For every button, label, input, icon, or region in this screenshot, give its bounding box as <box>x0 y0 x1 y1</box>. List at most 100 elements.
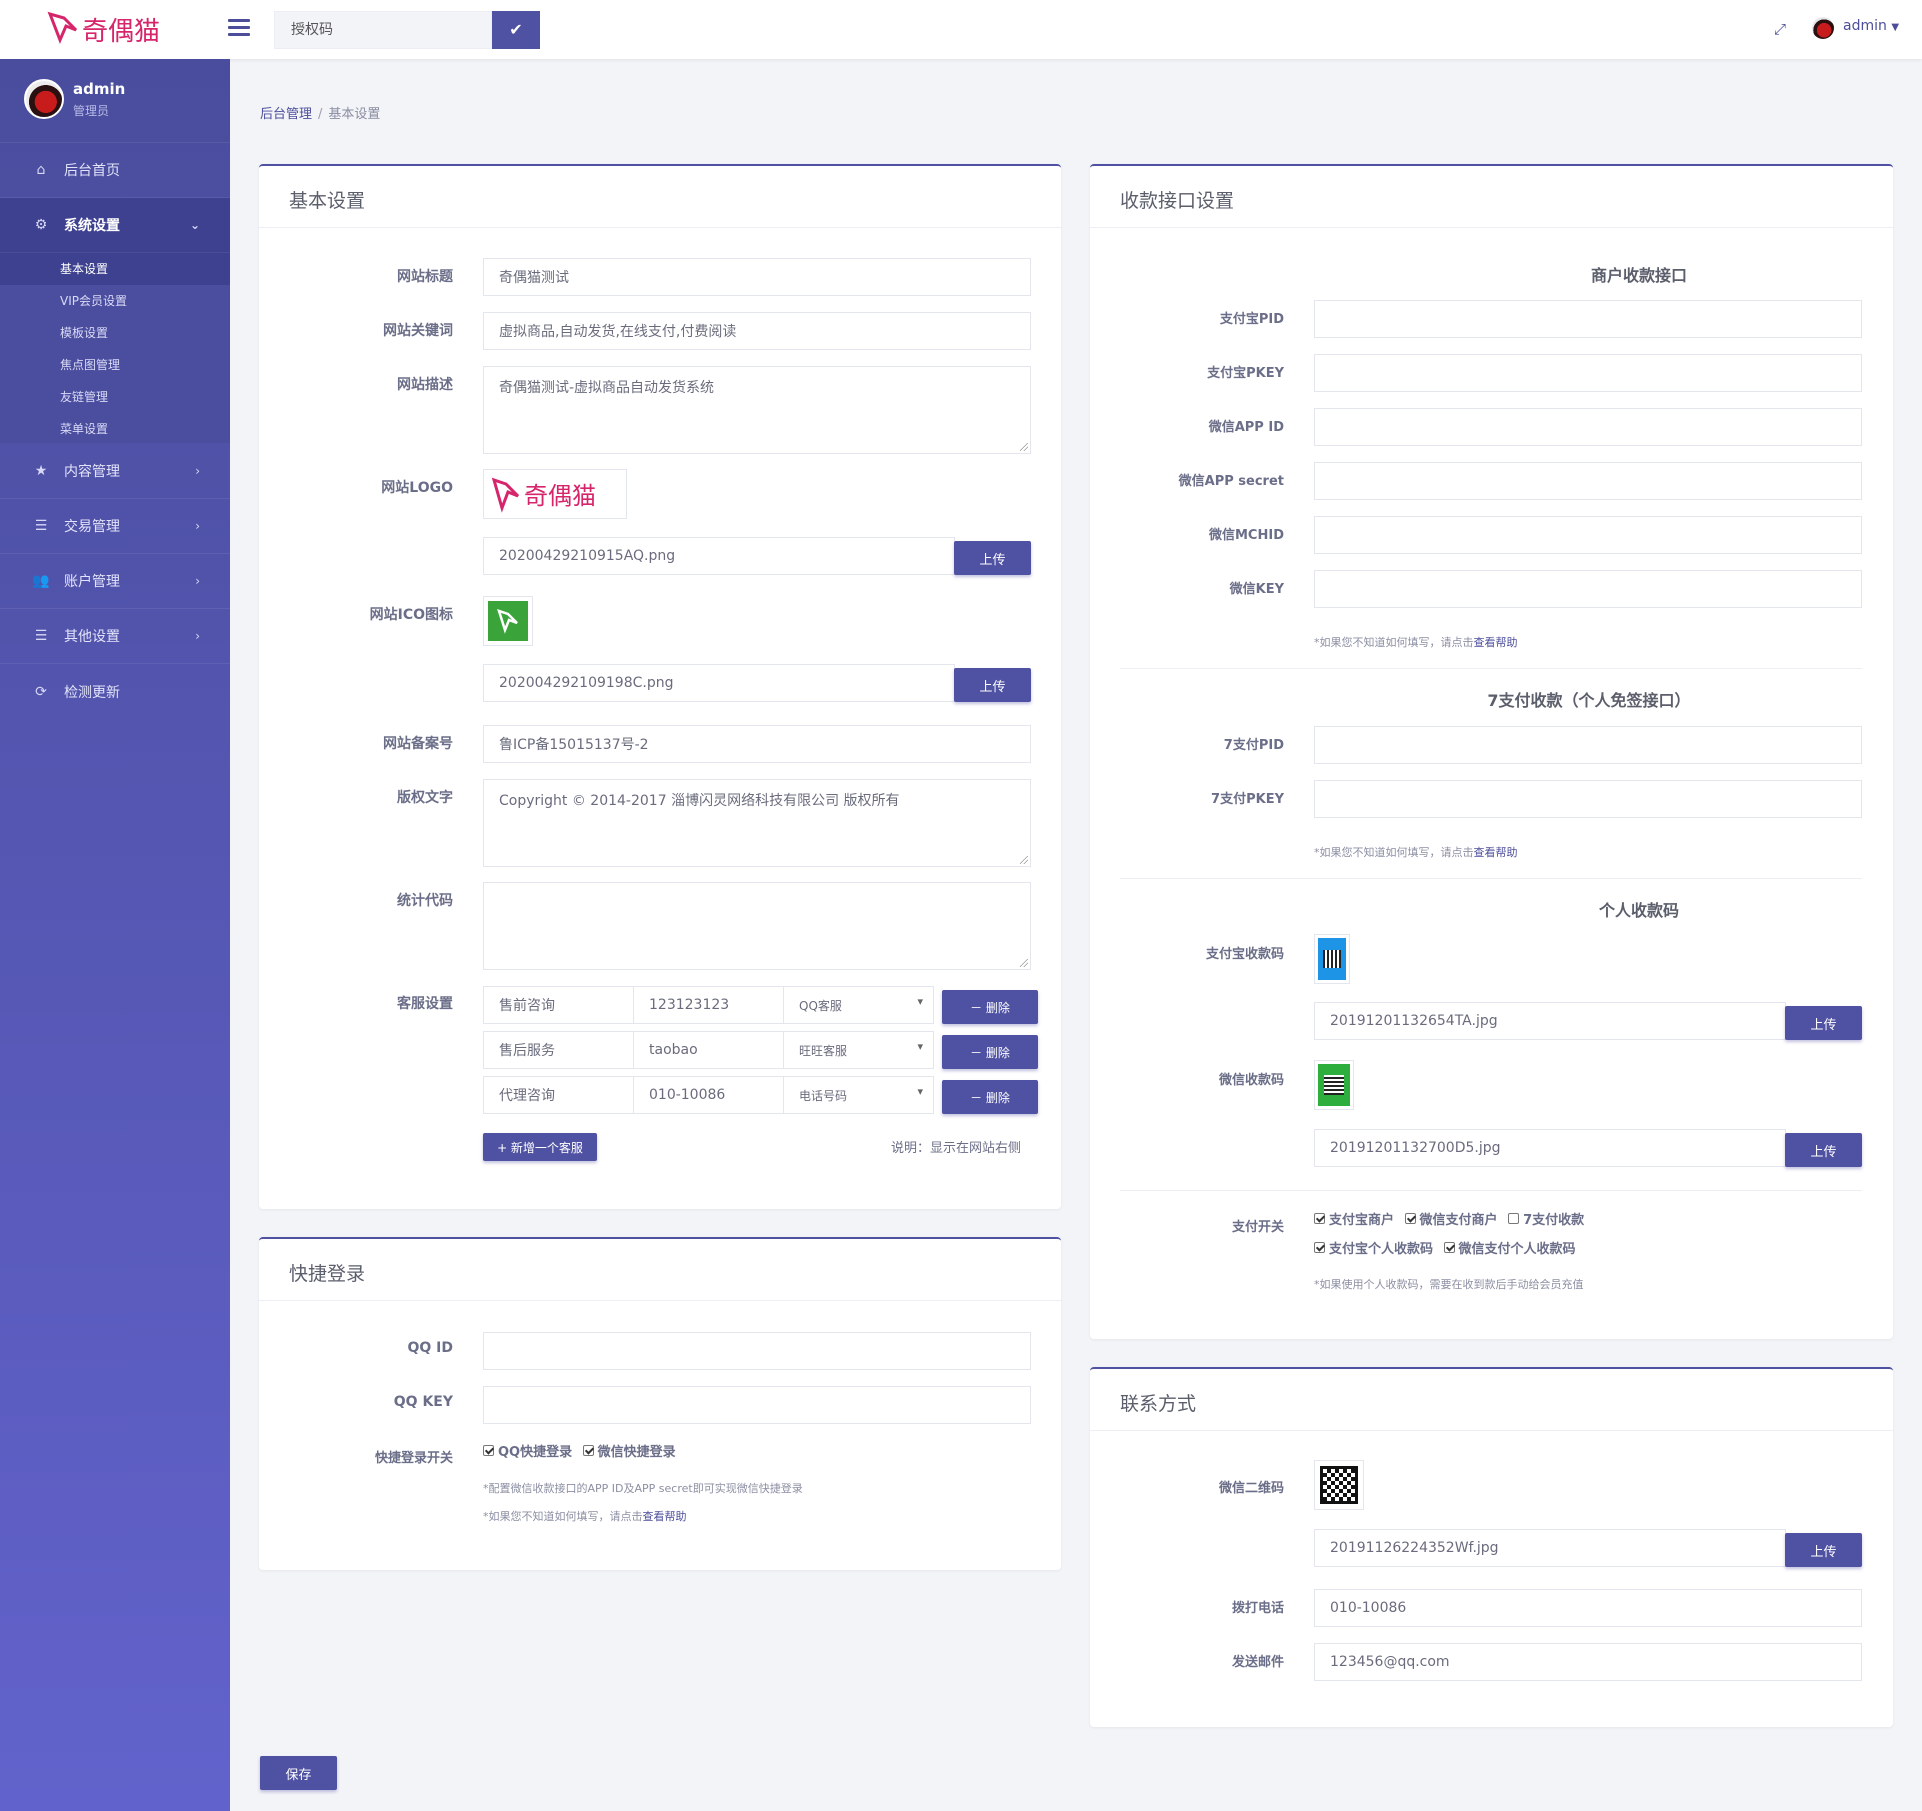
avatar <box>24 79 64 119</box>
seven-pkey-input[interactable] <box>1314 780 1862 818</box>
alipay-qr-upload-button[interactable]: 上传 <box>1785 1006 1862 1040</box>
logo-file-input[interactable]: 20200429210915AQ.png <box>483 537 955 575</box>
service-type-select[interactable]: 旺旺客服 <box>783 1031 934 1069</box>
keywords-input[interactable]: 虚拟商品,自动发货,在线支付,付费阅读 <box>483 312 1031 350</box>
submenu-item-focus[interactable]: 焦点图管理 <box>0 349 230 381</box>
alipay-pid-label: 支付宝PID <box>1219 312 1284 327</box>
sidebar-item-system-settings[interactable]: ⚙ 系统设置 ⌄ <box>0 198 230 253</box>
qq-key-label: QQ KEY <box>393 1394 453 1410</box>
menu-toggle-icon[interactable] <box>228 19 250 39</box>
delete-service-button[interactable]: － 删除 <box>942 1080 1038 1114</box>
pay-switch-label: 支付开关 <box>1231 1220 1284 1235</box>
list-icon: ☰ <box>34 628 48 644</box>
qq-key-input[interactable] <box>483 1386 1031 1424</box>
wx-personal-checkbox[interactable] <box>1443 1242 1455 1253</box>
qq-id-input[interactable] <box>483 1332 1031 1370</box>
site-logo[interactable]: 奇偶猫 <box>46 10 186 50</box>
help-link[interactable]: 查看帮助 <box>1474 636 1518 649</box>
seven-pid-label: 7支付PID <box>1223 738 1284 753</box>
help-link[interactable]: 查看帮助 <box>643 1510 687 1523</box>
service-type-select[interactable]: 电话号码 <box>783 1076 934 1114</box>
submenu-item-links[interactable]: 友链管理 <box>0 381 230 413</box>
wx-contact-upload-button[interactable]: 上传 <box>1785 1533 1862 1567</box>
avatar[interactable] <box>1812 17 1834 39</box>
seven-pay-section-title: 7支付收款（个人免签接口） <box>1487 691 1691 710</box>
alipay-personal-checkbox[interactable] <box>1314 1242 1325 1253</box>
service-name-input[interactable]: 代理咨询 <box>483 1076 634 1114</box>
service-value-input[interactable]: taobao <box>633 1031 784 1069</box>
description-text: 奇偶猫测试-虚拟商品自动发货系统 <box>499 380 715 396</box>
icp-input[interactable]: 鲁ICP备15015137号-2 <box>483 725 1031 763</box>
sidebar-item-home[interactable]: ⌂ 后台首页 <box>0 143 230 198</box>
wx-qr-file-input[interactable]: 20191201132700D5.jpg <box>1314 1129 1786 1167</box>
site-title-label: 网站标题 <box>397 269 453 285</box>
stats-label: 统计代码 <box>397 893 453 909</box>
sidebar-item-other[interactable]: ☰ 其他设置 › <box>0 609 230 664</box>
description-textarea[interactable]: 奇偶猫测试-虚拟商品自动发货系统 <box>483 366 1031 454</box>
fullscreen-icon[interactable]: ⤢ <box>1770 20 1790 40</box>
service-name-input[interactable]: 售后服务 <box>483 1031 634 1069</box>
sidebar-item-trade[interactable]: ☰ 交易管理 › <box>0 499 230 554</box>
help-link[interactable]: 查看帮助 <box>1474 846 1518 859</box>
svg-text:奇偶猫: 奇偶猫 <box>524 482 596 510</box>
alipay-pkey-label: 支付宝PKEY <box>1207 366 1284 381</box>
delete-service-button[interactable]: － 删除 <box>942 1035 1038 1069</box>
alipay-pid-input[interactable] <box>1314 300 1862 338</box>
alipay-pkey-input[interactable] <box>1314 354 1862 392</box>
wx-login-label: 微信快捷登录 <box>597 1445 676 1460</box>
phone-input[interactable]: 010-10086 <box>1314 1589 1862 1627</box>
alipay-qr-preview <box>1314 934 1350 984</box>
wx-mchid-input[interactable] <box>1314 516 1862 554</box>
submenu-item-template[interactable]: 模板设置 <box>0 317 230 349</box>
service-type-select[interactable]: QQ客服 <box>783 986 934 1024</box>
wx-qr-upload-button[interactable]: 上传 <box>1785 1133 1862 1167</box>
service-row: 售后服务 taobao 旺旺客服 － 删除 <box>483 1031 1038 1069</box>
auth-submit-button[interactable]: ✔ <box>492 11 540 49</box>
wx-qr-preview <box>1314 1060 1354 1110</box>
system-submenu: 基本设置 VIP会员设置 模板设置 焦点图管理 友链管理 菜单设置 <box>0 253 230 443</box>
chevron-down-icon: ⌄ <box>189 218 200 232</box>
breadcrumb-root[interactable]: 后台管理 <box>260 107 312 122</box>
wx-secret-label: 微信APP secret <box>1178 474 1284 489</box>
seven-pay-checkbox[interactable] <box>1508 1213 1520 1224</box>
logo-upload-button[interactable]: 上传 <box>954 541 1031 575</box>
site-title-input[interactable]: 奇偶猫测试 <box>483 258 1031 296</box>
service-note: 说明：显示在网站右侧 <box>891 1141 1022 1156</box>
user-menu[interactable]: admin ▼ <box>1843 18 1899 34</box>
ico-upload-button[interactable]: 上传 <box>954 668 1031 702</box>
service-value-input[interactable]: 010-10086 <box>633 1076 784 1114</box>
wx-appid-input[interactable] <box>1314 408 1862 446</box>
add-service-button[interactable]: + 新增一个客服 <box>483 1133 597 1161</box>
service-name-input[interactable]: 售前咨询 <box>483 986 634 1024</box>
copyright-textarea[interactable]: Copyright © 2014-2017 淄博闪灵网络科技有限公司 版权所有 <box>483 779 1031 867</box>
logo-preview: 奇偶猫 <box>483 469 627 519</box>
alipay-merchant-checkbox[interactable] <box>1314 1213 1325 1224</box>
ico-file-input[interactable]: 202004292109198C.png <box>483 664 955 702</box>
sidebar-item-update[interactable]: ⟳ 检测更新 <box>0 664 230 719</box>
wx-merchant-checkbox[interactable] <box>1404 1213 1416 1224</box>
auth-code-input[interactable]: 授权码 <box>274 11 492 49</box>
email-input[interactable]: 123456@qq.com <box>1314 1643 1862 1681</box>
wx-login-checkbox[interactable] <box>582 1445 594 1456</box>
sidebar-item-accounts[interactable]: 👥 账户管理 › <box>0 554 230 609</box>
submenu-item-basic[interactable]: 基本设置 <box>0 253 230 285</box>
check-icon: ✔ <box>509 20 523 39</box>
qq-login-checkbox[interactable] <box>483 1445 494 1456</box>
wx-contact-file-input[interactable]: 20191126224352Wf.jpg <box>1314 1529 1786 1567</box>
sidebar-item-content[interactable]: ★ 内容管理 › <box>0 444 230 499</box>
service-value-input[interactable]: 123123123 <box>633 986 784 1024</box>
stats-textarea[interactable] <box>483 882 1031 970</box>
merchant-section-title: 商户收款接口 <box>1590 266 1687 285</box>
payment-card: 收款接口设置 商户收款接口 支付宝PID 支付宝PKEY 微信APP ID 微信… <box>1090 164 1893 1339</box>
wx-key-input[interactable] <box>1314 570 1862 608</box>
alipay-qr-file-input[interactable]: 20191201132654TA.jpg <box>1314 1002 1786 1040</box>
refresh-icon: ⟳ <box>35 683 47 700</box>
delete-service-button[interactable]: － 删除 <box>942 990 1038 1024</box>
wx-secret-input[interactable] <box>1314 462 1862 500</box>
seven-pid-input[interactable] <box>1314 726 1862 764</box>
save-button[interactable]: 保存 <box>260 1756 337 1790</box>
submenu-item-menu[interactable]: 菜单设置 <box>0 413 230 445</box>
users-icon: 👥 <box>32 573 50 589</box>
submenu-item-vip[interactable]: VIP会员设置 <box>0 285 230 317</box>
user-name: admin <box>1843 18 1887 34</box>
